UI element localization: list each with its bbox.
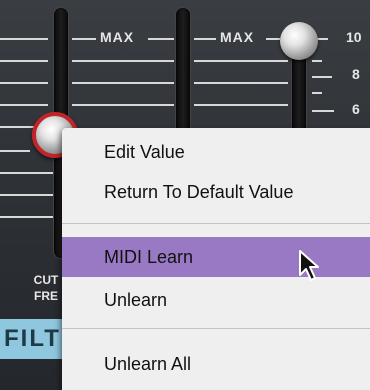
menu-separator (62, 223, 370, 224)
scale-number: 10 (346, 29, 362, 45)
scale-line (194, 38, 216, 40)
scale-line (312, 60, 322, 62)
scale-number: 6 (352, 101, 360, 117)
menu-item-edit-value[interactable]: Edit Value (62, 132, 370, 172)
scale-line (266, 38, 280, 40)
scale-line (0, 104, 48, 106)
scale-line (0, 38, 48, 40)
max-label: MAX (220, 29, 255, 45)
slider-track[interactable] (176, 8, 190, 138)
scale-line (0, 216, 60, 218)
menu-item-return-to-default[interactable]: Return To Default Value (62, 172, 370, 212)
scale-line (148, 38, 174, 40)
scale-line (194, 104, 288, 106)
menu-item-unlearn-all[interactable]: Unlearn All (62, 344, 370, 384)
scale-line (312, 92, 322, 94)
menu-item-unlearn[interactable]: Unlearn (62, 280, 370, 320)
scale-line (72, 82, 174, 84)
scale-line (194, 82, 288, 84)
scale-line (72, 60, 174, 62)
slider-knob[interactable] (280, 22, 318, 60)
cutoff-label: CUT FRE (33, 273, 59, 303)
filter-section-label: FILT (0, 319, 70, 359)
scale-line (0, 60, 48, 62)
scale-line (72, 38, 96, 40)
scale-number: 8 (352, 66, 360, 82)
max-label: MAX (100, 29, 135, 45)
scale-line (72, 104, 174, 106)
scale-line (0, 150, 30, 152)
scale-line (312, 110, 334, 112)
scale-line (194, 60, 288, 62)
scale-line (0, 172, 60, 174)
scale-line (0, 82, 48, 84)
menu-separator (62, 328, 370, 329)
mouse-pointer-icon (299, 250, 319, 281)
scale-line (0, 194, 60, 196)
scale-line (312, 76, 332, 78)
